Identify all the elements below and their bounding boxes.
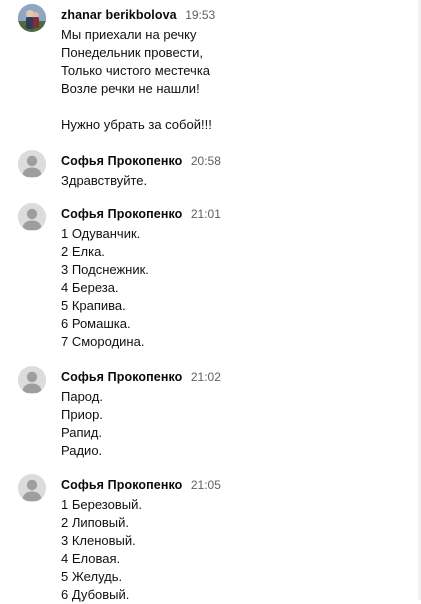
comment-header: Софья Прокопенко 21:02 [61,369,221,385]
comment-header: Софья Прокопенко 21:01 [61,206,221,222]
comment-line: 7 Смородина. [61,334,145,349]
comment-time[interactable]: 21:05 [191,478,221,492]
default-user-avatar-icon [18,366,46,394]
comment-line: Нужно убрать за собой!!! [61,117,212,132]
author-name[interactable]: Софья Прокопенко [61,478,182,492]
comment-text: Мы приехали на речку Понедельник провест… [61,26,212,134]
comment-time[interactable]: 21:01 [191,207,221,221]
comment-line: Радио. [61,443,103,458]
comment-line: 6 Дубовый. [61,587,130,602]
comment-line: 4 Береза. [61,280,119,295]
comment-line: Здравствуйте. [61,173,148,188]
user-avatar[interactable] [18,150,46,178]
comment-line: 5 Желудь. [61,569,123,584]
comment-header: zhanar berikbolova 19:53 [61,7,215,23]
comment-line: 1 Одуванчик. [61,226,141,241]
comment-line: 3 Кленовый. [61,533,136,548]
author-name[interactable]: zhanar berikbolova [61,8,177,22]
comment-line: Понедельник провести, [61,45,203,60]
comment-line: 2 Елка. [61,244,105,259]
photo-avatar-icon [18,4,46,32]
comment-text: Парод. Приор. Рапид. Радио. [61,388,103,460]
author-name[interactable]: Софья Прокопенко [61,207,182,221]
default-user-avatar-icon [18,150,46,178]
comment-line [61,98,212,116]
comment-line: Приор. [61,407,103,422]
comment-time[interactable]: 21:02 [191,370,221,384]
user-avatar[interactable] [18,366,46,394]
user-avatar[interactable] [18,203,46,231]
comment-line: 2 Липовый. [61,515,130,530]
comment-header: Софья Прокопенко 21:05 [61,477,221,493]
default-user-avatar-icon [18,474,46,502]
author-name[interactable]: Софья Прокопенко [61,154,182,168]
comment-line: 3 Подснежник. [61,262,149,277]
user-avatar[interactable] [18,474,46,502]
comment-line: Мы приехали на речку [61,27,197,42]
comment-line: 4 Еловая. [61,551,121,566]
comment-header: Софья Прокопенко 20:58 [61,153,221,169]
comment-time[interactable]: 20:58 [191,154,221,168]
comment-line: Только чистого местечка [61,63,211,78]
comment-line: 6 Ромашка. [61,316,131,331]
comment-text: 1 Одуванчик. 2 Елка. 3 Подснежник. 4 Бер… [61,225,149,351]
default-user-avatar-icon [18,203,46,231]
user-avatar[interactable] [18,4,46,32]
comment-line: 5 Крапива. [61,298,126,313]
comment-line: Рапид. [61,425,102,440]
comment-text: 1 Березовый. 2 Липовый. 3 Кленовый. 4 Ел… [61,496,142,604]
author-name[interactable]: Софья Прокопенко [61,370,182,384]
comment-line: 1 Березовый. [61,497,142,512]
comment-line: Парод. [61,389,103,404]
comment-time[interactable]: 19:53 [185,8,215,22]
comment-text: Здравствуйте. [61,172,147,190]
comment-line: Возле речки не нашли! [61,81,200,96]
